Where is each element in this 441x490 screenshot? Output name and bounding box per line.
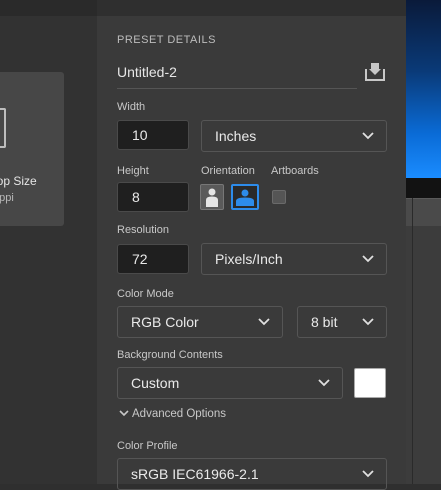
chevron-down-icon (318, 379, 330, 387)
right-preview-area (406, 0, 441, 484)
width-label: Width (117, 101, 146, 113)
chevron-down-icon (362, 255, 374, 263)
preset-card[interactable]: hop Size 0 ppi (0, 72, 64, 226)
resolution-input[interactable]: 72 (117, 244, 189, 274)
color-profile-label: Color Profile (117, 440, 178, 452)
resolution-unit-value: Pixels/Inch (215, 251, 283, 267)
resolution-label: Resolution (117, 224, 169, 236)
left-top-strip (0, 0, 97, 16)
width-unit-value: Inches (215, 128, 257, 144)
bit-depth-dropdown[interactable]: 8 bit (297, 306, 387, 338)
landscape-orientation-button[interactable] (231, 184, 259, 210)
preset-details-panel: PRESET DETAILS Untitled-2 Width 10 Inche… (97, 16, 406, 490)
width-unit-dropdown[interactable]: Inches (201, 120, 387, 152)
artboards-label: Artboards (271, 165, 319, 177)
left-presets-area: hop Size 0 ppi (0, 0, 97, 484)
color-mode-value: RGB Color (131, 314, 199, 330)
chevron-down-icon (362, 318, 374, 326)
preset-card-title: hop Size (0, 174, 37, 188)
background-contents-dropdown[interactable]: Custom (117, 367, 343, 399)
bit-depth-value: 8 bit (311, 314, 338, 330)
color-mode-dropdown[interactable]: RGB Color (117, 306, 283, 338)
color-profile-dropdown[interactable]: sRGB IEC61966-2.1 (117, 458, 387, 490)
resolution-unit-dropdown[interactable]: Pixels/Inch (201, 243, 387, 275)
document-name-input[interactable]: Untitled-2 (117, 60, 357, 89)
background-contents-value: Custom (131, 375, 180, 391)
portrait-person-icon (206, 188, 218, 207)
advanced-options-toggle[interactable]: Advanced Options (119, 408, 226, 420)
color-profile-value: sRGB IEC61966-2.1 (131, 466, 259, 482)
portrait-orientation-button[interactable] (200, 184, 224, 210)
background-color-swatch[interactable] (354, 368, 386, 398)
width-input[interactable]: 10 (117, 120, 189, 150)
chevron-down-icon (362, 132, 374, 140)
save-preset-icon[interactable] (363, 60, 387, 84)
orientation-label: Orientation (201, 165, 255, 177)
preview-bar (406, 178, 441, 198)
document-icon (0, 108, 6, 148)
height-input[interactable]: 8 (117, 182, 189, 212)
artboards-checkbox[interactable] (272, 190, 286, 204)
chevron-down-icon (362, 470, 374, 478)
background-contents-label: Background Contents (117, 349, 223, 361)
preview-divider (412, 198, 413, 484)
height-label: Height (117, 165, 149, 177)
chevron-down-icon (258, 318, 270, 326)
section-title: PRESET DETAILS (117, 34, 216, 46)
preset-card-subtitle: 0 ppi (0, 192, 14, 204)
color-mode-label: Color Mode (117, 288, 174, 300)
landscape-person-icon (236, 189, 254, 206)
preview-gradient (406, 0, 441, 178)
advanced-options-label: Advanced Options (132, 408, 226, 420)
chevron-down-icon (119, 410, 129, 417)
